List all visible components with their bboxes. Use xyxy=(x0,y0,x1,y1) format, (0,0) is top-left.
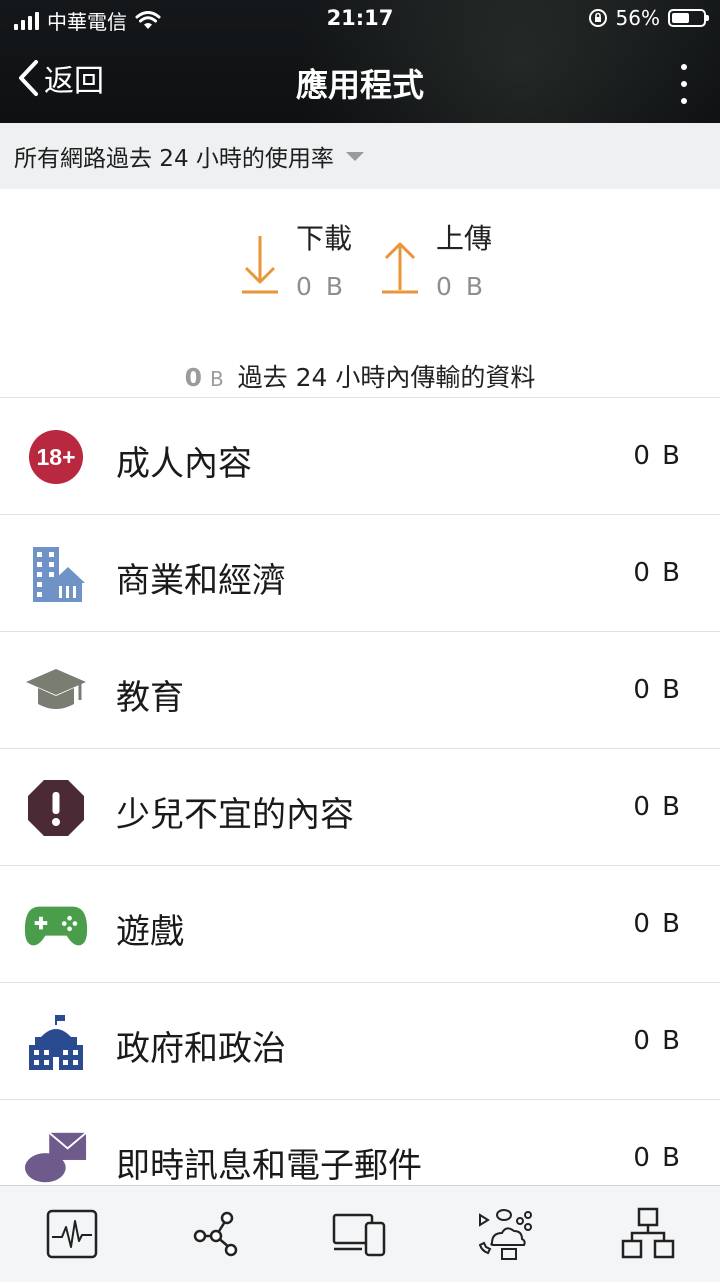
category-value: 0 B xyxy=(633,792,682,822)
category-label: 少兒不宜的內容 xyxy=(116,795,354,835)
apps-cloud-icon xyxy=(478,1209,532,1260)
topology-tab[interactable] xyxy=(617,1203,679,1265)
page-title: 應用程式 xyxy=(295,66,424,104)
category-value: 0 B xyxy=(633,909,682,939)
category-row-education[interactable]: 教育 0 B xyxy=(0,632,720,749)
activity-monitor-icon xyxy=(46,1209,98,1259)
category-label: 政府和政治 xyxy=(116,1029,286,1069)
category-value: 0 B xyxy=(633,441,682,471)
category-list: 18+ 成人內容 0 B 商業和經濟 0 B 教育 0 B 少兒不宜的內容 0 … xyxy=(0,397,720,1186)
caret-down-icon xyxy=(345,151,364,161)
category-value: 0 B xyxy=(633,675,682,705)
download-summary: 下載 0 B xyxy=(240,222,352,301)
total-label: 過去 24 小時內傳輸的資料 xyxy=(237,363,536,392)
orientation-lock-icon xyxy=(588,9,607,27)
business-building-icon xyxy=(24,545,88,603)
category-label: 教育 xyxy=(116,678,184,718)
total-unit: B xyxy=(209,367,224,391)
network-tab[interactable] xyxy=(185,1203,247,1265)
download-label: 下載 xyxy=(296,222,353,255)
upload-summary: 上傳 0 B xyxy=(380,222,492,301)
gamepad-icon xyxy=(24,896,88,954)
chat-email-icon xyxy=(24,1130,88,1186)
navigation-bar: 返回 應用程式 xyxy=(0,40,720,123)
status-bar: 中華電信 21:17 56% xyxy=(0,0,720,40)
category-row-games[interactable]: 遊戲 0 B xyxy=(0,866,720,983)
category-row-adult[interactable]: 18+ 成人內容 0 B xyxy=(0,398,720,515)
more-options-button[interactable] xyxy=(676,64,692,104)
warning-octagon-icon xyxy=(24,779,88,837)
upload-label: 上傳 xyxy=(436,222,493,255)
government-building-icon xyxy=(24,1013,88,1071)
battery-percent: 56% xyxy=(615,6,660,30)
adult-icon-text: 18+ xyxy=(36,444,75,470)
adult-18-icon: 18+ xyxy=(24,428,88,486)
category-label: 遊戲 xyxy=(116,912,184,952)
category-row-government[interactable]: 政府和政治 0 B xyxy=(0,983,720,1100)
category-label: 商業和經濟 xyxy=(116,561,286,601)
total-value: 0 xyxy=(184,363,203,392)
category-value: 0 B xyxy=(633,1026,682,1056)
category-value: 0 B xyxy=(633,558,682,588)
usage-filter-dropdown[interactable]: 所有網路過去 24 小時的使用率 xyxy=(0,123,720,189)
share-nodes-icon xyxy=(193,1211,238,1257)
category-label: 即時訊息和電子郵件 xyxy=(116,1146,422,1186)
category-row-messaging[interactable]: 即時訊息和電子郵件 0 B xyxy=(0,1100,720,1186)
total-transferred: 0 B 過去 24 小時內傳輸的資料 xyxy=(0,358,720,394)
devices-tab[interactable] xyxy=(329,1203,391,1265)
category-value: 0 B xyxy=(633,1143,682,1173)
topology-icon xyxy=(621,1207,675,1259)
category-label: 成人內容 xyxy=(116,444,252,484)
battery-icon xyxy=(668,9,709,27)
upload-value: 0 B xyxy=(436,272,487,301)
activity-tab[interactable] xyxy=(41,1203,103,1265)
devices-icon xyxy=(332,1213,386,1257)
upload-arrow-icon xyxy=(382,242,418,294)
status-right: 56% xyxy=(588,6,709,30)
download-value: 0 B xyxy=(296,272,347,301)
category-row-business[interactable]: 商業和經濟 0 B xyxy=(0,515,720,632)
category-row-mature[interactable]: 少兒不宜的內容 0 B xyxy=(0,749,720,866)
header: 中華電信 21:17 56% 返回 應用程式 xyxy=(0,0,720,123)
bottom-tab-bar xyxy=(0,1185,720,1282)
download-arrow-icon xyxy=(242,236,278,294)
graduation-cap-icon xyxy=(24,662,88,720)
usage-summary: 下載 0 B 上傳 0 B 0 B 過去 24 小時內傳輸的資料 xyxy=(0,190,720,397)
filter-label: 所有網路過去 24 小時的使用率 xyxy=(14,146,334,172)
apps-tab[interactable] xyxy=(473,1203,535,1265)
